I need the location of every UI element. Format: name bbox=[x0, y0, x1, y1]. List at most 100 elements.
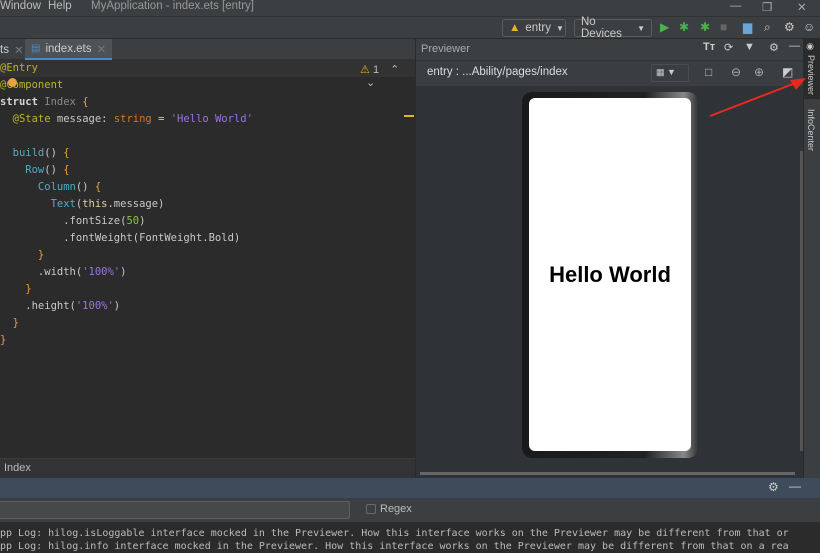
code-line: struct Index { bbox=[0, 94, 89, 111]
code-token: () bbox=[44, 147, 64, 159]
window-title: MyApplication - index.ets [entry] bbox=[91, 0, 254, 12]
preview-page-path: entry : ...Ability/pages/index bbox=[427, 66, 568, 78]
code-line: } bbox=[0, 281, 32, 298]
code-line: @Entry bbox=[0, 60, 38, 77]
code-token: Index bbox=[44, 96, 83, 108]
code-token: { bbox=[63, 147, 70, 159]
code-line: .fontSize(50) bbox=[0, 213, 145, 230]
code-token: = bbox=[151, 113, 171, 125]
code-editor[interactable]: @Entry @Component struct Index { @State me… bbox=[0, 60, 415, 458]
minimize-panel-icon[interactable]: — bbox=[789, 479, 801, 493]
code-token: ) bbox=[139, 215, 146, 227]
code-token: Row bbox=[0, 164, 45, 176]
close-tab-icon[interactable]: ✕ bbox=[14, 43, 24, 57]
close-window-button[interactable]: ✕ bbox=[797, 0, 807, 14]
code-token: build bbox=[0, 147, 45, 159]
debug-icon[interactable]: ✱ bbox=[679, 20, 689, 34]
project-structure-icon[interactable]: ▆ bbox=[743, 20, 752, 34]
preview-canvas: Hello World bbox=[416, 86, 804, 478]
device-label: No Devices bbox=[581, 16, 622, 40]
menu-help[interactable]: Help bbox=[48, 0, 72, 12]
module-label: entry bbox=[525, 22, 551, 34]
close-tab-icon[interactable]: ✕ bbox=[96, 42, 106, 56]
code-token: 'Hello World' bbox=[170, 113, 253, 125]
account-icon[interactable]: ☺ bbox=[803, 20, 815, 34]
attach-debugger-icon[interactable]: ✱ bbox=[700, 20, 710, 34]
code-token: { bbox=[63, 164, 70, 176]
log-panel-header: ⚙ — bbox=[0, 478, 820, 498]
tab-label: ts bbox=[0, 43, 9, 56]
device-selector[interactable]: No Devices ▼ bbox=[574, 16, 652, 40]
code-line: Text(this.message) bbox=[0, 196, 165, 213]
code-token: } bbox=[0, 283, 32, 295]
code-token: ) bbox=[113, 300, 121, 312]
log-filter-row: Regex bbox=[0, 498, 820, 522]
code-token: Column bbox=[0, 181, 76, 193]
run-icon[interactable]: ▶ bbox=[660, 20, 669, 34]
code-line: @State message: string = 'Hello World' bbox=[0, 111, 253, 128]
code-token: .height( bbox=[0, 300, 76, 312]
grid-icon: ▦ bbox=[656, 67, 665, 77]
module-selector[interactable]: ▲ entry ▼ bbox=[502, 19, 566, 37]
settings-icon[interactable]: ⚙ bbox=[784, 20, 795, 34]
code-token: () bbox=[44, 164, 64, 176]
log-output[interactable]: pp Log: hilog.isLoggable interface mocke… bbox=[0, 522, 820, 552]
code-token: struct bbox=[0, 96, 45, 108]
minimize-panel-icon[interactable]: — bbox=[789, 40, 800, 52]
stop-icon[interactable]: ■ bbox=[720, 20, 727, 34]
code-token: '100%' bbox=[75, 300, 114, 312]
warning-count: 1 bbox=[372, 64, 380, 76]
settings-icon[interactable]: ⚙ bbox=[769, 41, 779, 54]
maximize-button[interactable]: ❐ bbox=[762, 0, 772, 14]
tab-label: index.ets bbox=[45, 42, 92, 55]
inspection-widget[interactable]: ⚠ 1 ⌃ ⌄ bbox=[360, 63, 415, 89]
refresh-icon[interactable]: ⟳ bbox=[724, 41, 733, 54]
inspector-icon[interactable]: ▼ bbox=[744, 41, 755, 53]
code-token: Text bbox=[0, 198, 76, 210]
search-icon[interactable]: ⌕ bbox=[764, 20, 771, 35]
chevron-down-icon: ▼ bbox=[667, 67, 676, 77]
code-token: () bbox=[75, 181, 95, 193]
log-search-input[interactable] bbox=[0, 501, 350, 519]
minimize-button[interactable]: — bbox=[730, 0, 742, 12]
regex-checkbox[interactable] bbox=[366, 504, 376, 514]
code-token: { bbox=[82, 96, 89, 108]
code-token: this bbox=[82, 198, 108, 210]
log-line: pp Log: hilog.isLoggable interface mocke… bbox=[0, 528, 789, 539]
code-token: message: bbox=[56, 113, 114, 125]
code-line: build() { bbox=[0, 145, 70, 162]
code-token: @Entry bbox=[0, 62, 38, 74]
chevron-down-icon: ▼ bbox=[637, 23, 645, 33]
hello-world-text: Hello World bbox=[549, 261, 671, 287]
current-line-highlight bbox=[0, 60, 415, 77]
lightbulb-icon[interactable] bbox=[8, 78, 17, 87]
warning-icon: ⚠ bbox=[360, 64, 370, 76]
horizontal-scrollbar[interactable] bbox=[420, 472, 795, 475]
phone-frame: Hello World bbox=[522, 92, 698, 458]
ets-file-icon: ▤ bbox=[31, 43, 41, 54]
code-token: } bbox=[0, 249, 45, 261]
settings-icon[interactable]: ⚙ bbox=[768, 480, 779, 494]
chevron-up-icon[interactable]: ⌃ bbox=[390, 64, 399, 76]
device-layout-dropdown[interactable]: ▦ ▼ bbox=[651, 64, 689, 82]
code-token: } bbox=[0, 334, 7, 346]
previewer-title: Previewer bbox=[421, 43, 470, 55]
code-token: } bbox=[0, 317, 19, 329]
eye-icon: ◉ bbox=[806, 42, 816, 52]
chevron-down-icon[interactable]: ⌄ bbox=[366, 77, 375, 89]
code-token: .message) bbox=[107, 198, 165, 210]
font-size-icon[interactable]: Tт bbox=[703, 41, 715, 53]
code-line: .fontWeight(FontWeight.Bold) bbox=[0, 230, 240, 247]
code-token: string bbox=[113, 113, 152, 125]
breadcrumb[interactable]: Index bbox=[4, 462, 31, 474]
code-token: @State bbox=[0, 113, 57, 125]
menu-window[interactable]: Window bbox=[0, 0, 41, 12]
warning-stripe-marker[interactable] bbox=[404, 115, 414, 117]
editor-tabs: ts ✕ ▤ index.ets ✕ bbox=[0, 39, 415, 60]
code-token: '100%' bbox=[82, 266, 121, 278]
main-toolbar: ▲ entry ▼ No Devices ▼ ▶ ✱ ✱ ■ ▆ ⌕ ⚙ ☺ bbox=[0, 16, 820, 40]
code-line: } bbox=[0, 247, 44, 264]
code-token: .width( bbox=[0, 266, 83, 278]
phone-screen[interactable]: Hello World bbox=[529, 98, 691, 451]
tab-index-ets[interactable]: ▤ index.ets ✕ bbox=[25, 39, 113, 60]
